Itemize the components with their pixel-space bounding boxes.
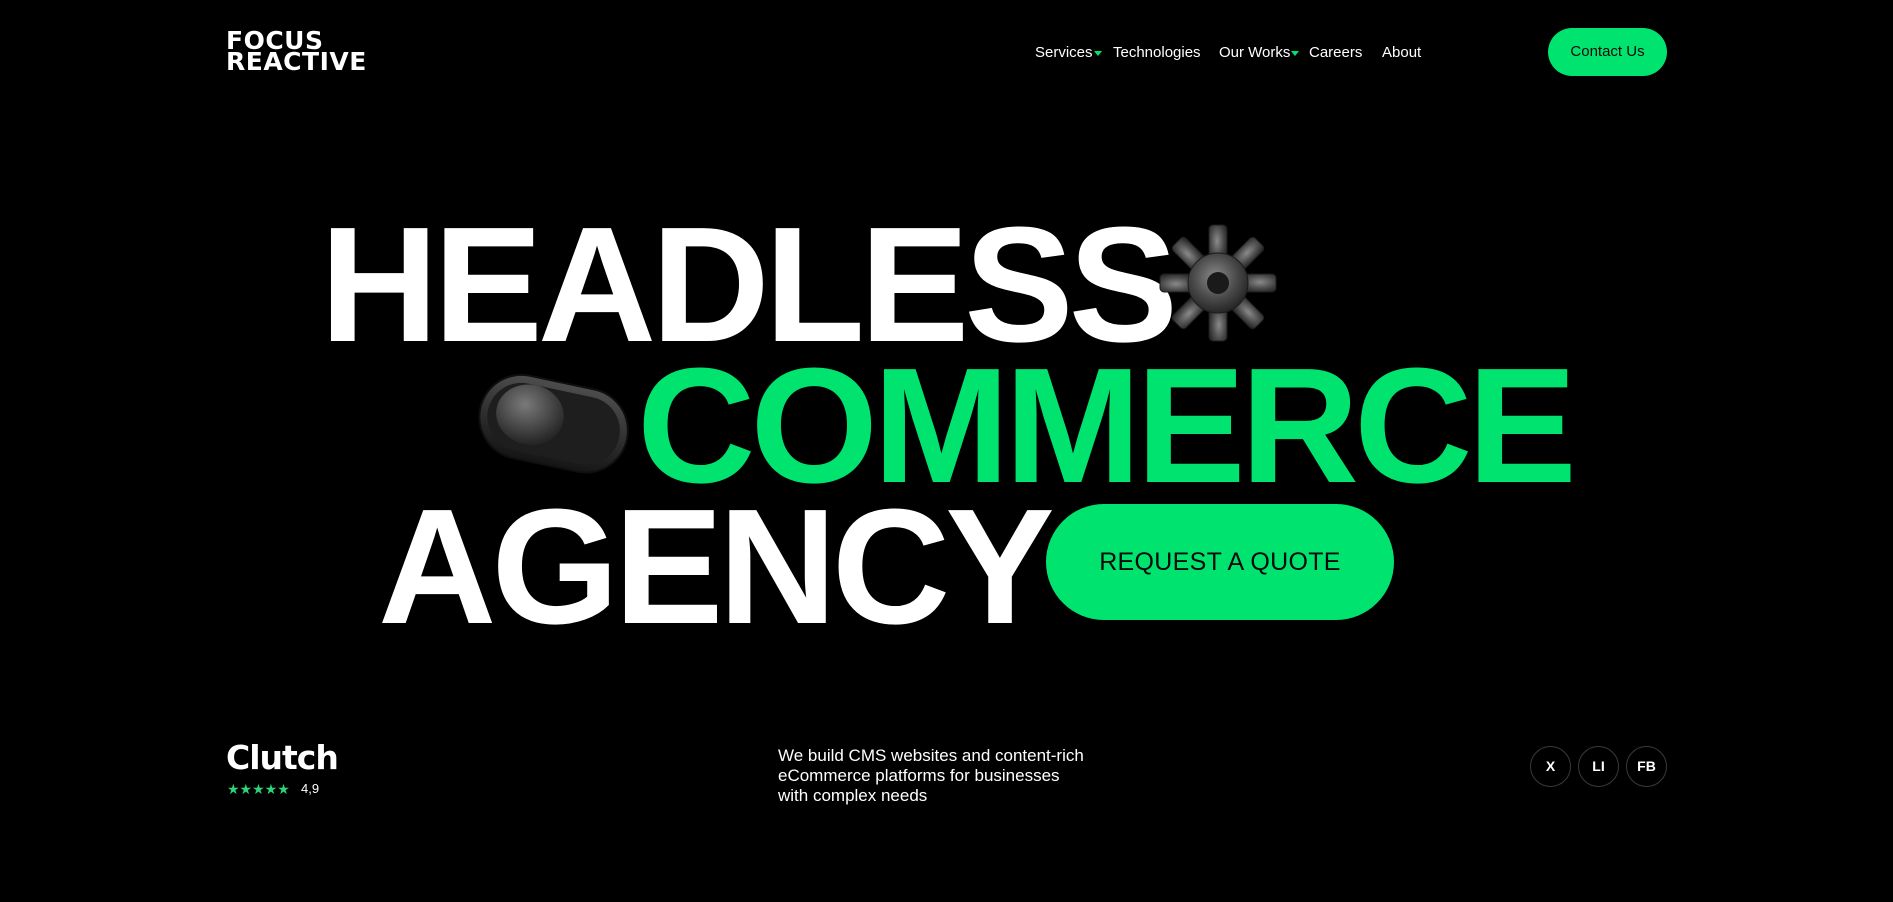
nav-item-label: Careers <box>1309 44 1363 61</box>
hero-heading-line3: AGENCY <box>378 475 1055 658</box>
nav-item-careers[interactable]: Careers <box>1309 43 1362 63</box>
nav-item-services[interactable]: Services <box>1035 43 1093 63</box>
description-line: We build CMS websites and content-rich <box>778 746 1084 765</box>
description-line: with complex needs <box>778 786 928 805</box>
brand-logo[interactable]: FOCUS REACTIVE <box>226 28 367 76</box>
x-icon[interactable]: X <box>1530 746 1571 787</box>
nav-item-label: Services <box>1035 44 1093 61</box>
description-line: eCommerce platforms for businesses <box>778 766 1060 785</box>
toggle-switch-icon <box>478 373 629 474</box>
clutch-rating-value: 4,9 <box>301 781 320 796</box>
rating-stars-icon: ★★★★★ <box>227 781 290 797</box>
nav-item-technologies[interactable]: Technologies <box>1113 43 1201 63</box>
clutch-logo[interactable]: Clutch <box>226 740 339 776</box>
nav-item-our-works[interactable]: Our Works <box>1219 43 1290 63</box>
agency-description: We build CMS websites and content-rich e… <box>778 746 1098 806</box>
nav-item-label: Technologies <box>1113 44 1201 61</box>
nav-item-label: Our Works <box>1219 44 1291 61</box>
gear-icon <box>1159 224 1277 342</box>
chevron-down-icon[interactable] <box>1291 51 1299 56</box>
facebook-icon[interactable]: FB <box>1626 746 1667 787</box>
contact-us-button[interactable]: Contact Us <box>1548 28 1667 76</box>
request-quote-button[interactable]: REQUEST A QUOTE <box>1046 504 1394 620</box>
linkedin-icon[interactable]: LI <box>1578 746 1619 787</box>
nav-item-label: About <box>1382 44 1422 61</box>
nav-item-about[interactable]: About <box>1382 43 1421 63</box>
brand-logo-line2: REACTIVE <box>226 47 367 76</box>
chevron-down-icon[interactable] <box>1094 51 1102 56</box>
